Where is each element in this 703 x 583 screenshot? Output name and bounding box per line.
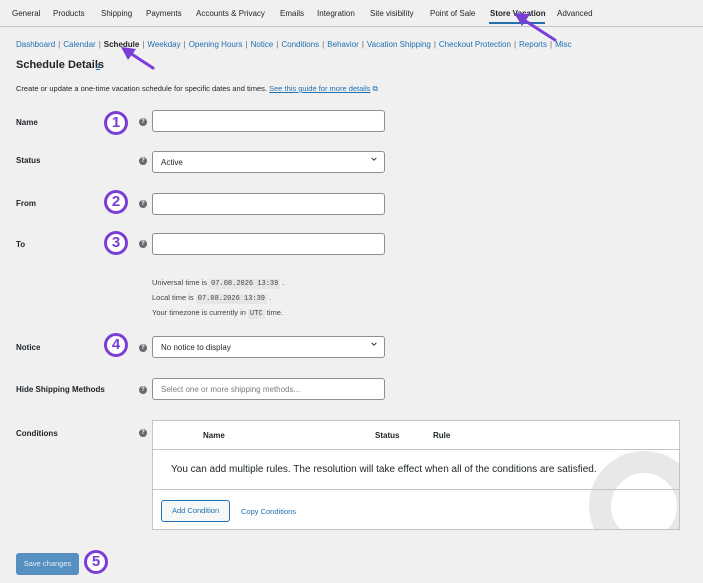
- help-icon[interactable]: ?: [139, 429, 147, 437]
- conditions-table: Name Status Rule You can add multiple ru…: [152, 420, 680, 530]
- chevron-down-icon: [371, 157, 377, 161]
- universal-time-info: Universal time is 07.08.2026 13:39 .: [152, 278, 285, 289]
- help-icon[interactable]: ?: [139, 240, 147, 248]
- annotation-badge-2: 2: [104, 190, 128, 214]
- universal-time-prefix: Universal time is: [152, 278, 208, 287]
- conditions-table-header: Name Status Rule: [153, 421, 679, 450]
- section-title-link[interactable]: ≥: [96, 63, 100, 70]
- subnav-schedule[interactable]: Schedule: [104, 40, 140, 49]
- subnav-checkout-protection[interactable]: Checkout Protection: [439, 40, 511, 49]
- notice-selected-value: No notice to display: [161, 343, 231, 352]
- subnav-conditions[interactable]: Conditions: [281, 40, 319, 49]
- copy-conditions-button[interactable]: Copy Conditions: [241, 507, 296, 516]
- hide-shipping-placeholder: Select one or more shipping methods...: [161, 385, 301, 394]
- help-icon[interactable]: ?: [139, 386, 147, 394]
- timezone-value: UTC: [248, 309, 265, 319]
- subnav-notice[interactable]: Notice: [251, 40, 274, 49]
- annotation-badge-1: 1: [104, 111, 128, 135]
- from-date-input[interactable]: [152, 193, 385, 215]
- chevron-down-icon: [371, 342, 377, 346]
- timezone-prefix: Your timezone is currently in: [152, 308, 246, 317]
- external-link-icon: ⧉: [372, 84, 378, 93]
- notice-select[interactable]: No notice to display: [152, 336, 385, 358]
- annotation-badge-5: 5: [84, 550, 108, 574]
- column-header-status: Status: [375, 431, 400, 440]
- to-date-input[interactable]: [152, 233, 385, 255]
- status-label: Status: [16, 156, 41, 165]
- name-input[interactable]: [152, 110, 385, 132]
- subnav-vacation-shipping[interactable]: Vacation Shipping: [367, 40, 431, 49]
- divider: [153, 489, 679, 490]
- status-selected-value: Active: [161, 158, 183, 167]
- notice-label: Notice: [16, 343, 41, 352]
- timezone-suffix: time.: [266, 308, 283, 317]
- universal-time-value: 07.08.2026 13:39: [209, 279, 281, 289]
- column-header-rule: Rule: [433, 431, 451, 440]
- gear-watermark-icon: [589, 451, 679, 529]
- hide-shipping-select[interactable]: Select one or more shipping methods...: [152, 378, 385, 400]
- to-label: To: [16, 240, 26, 249]
- local-time-prefix: Local time is: [152, 293, 194, 302]
- help-icon[interactable]: ?: [139, 118, 147, 126]
- local-time-value: 07.08.2026 13:39: [195, 294, 267, 304]
- conditions-empty-message: You can add multiple rules. The resoluti…: [171, 464, 597, 475]
- annotation-badge-4: 4: [104, 333, 128, 357]
- local-time-info: Local time is 07.08.2026 13:39 .: [152, 293, 272, 304]
- from-label: From: [16, 199, 36, 208]
- guide-link[interactable]: See this guide for more details: [269, 84, 370, 93]
- help-icon[interactable]: ?: [139, 157, 147, 165]
- annotation-badge-3: 3: [104, 231, 128, 255]
- subnav-opening-hours[interactable]: Opening Hours: [189, 40, 243, 49]
- save-changes-button[interactable]: Save changes: [16, 553, 79, 575]
- sub-navigation: Dashboard | Calendar | Schedule | Weekday | Open…: [16, 40, 572, 49]
- help-icon[interactable]: ?: [139, 200, 147, 208]
- status-select[interactable]: Active: [152, 151, 385, 173]
- subnav-reports[interactable]: Reports: [519, 40, 547, 49]
- subnav-misc[interactable]: Misc: [555, 40, 571, 49]
- column-header-name: Name: [203, 431, 225, 440]
- name-label: Name: [16, 118, 38, 127]
- hide-shipping-label: Hide Shipping Methods: [16, 385, 105, 394]
- timezone-info: Your timezone is currently in UTC time.: [152, 308, 283, 319]
- description-text: Create or update a one-time vacation sch…: [16, 84, 267, 93]
- subnav-calendar[interactable]: Calendar: [63, 40, 95, 49]
- help-icon[interactable]: ?: [139, 344, 147, 352]
- subnav-weekday[interactable]: Weekday: [147, 40, 180, 49]
- subnav-dashboard[interactable]: Dashboard: [16, 40, 55, 49]
- conditions-label: Conditions: [16, 429, 58, 438]
- section-title: Schedule Details: [16, 59, 105, 71]
- add-condition-button[interactable]: Add Condition: [161, 500, 231, 522]
- section-description: Create or update a one-time vacation sch…: [16, 84, 378, 94]
- subnav-behavior[interactable]: Behavior: [327, 40, 359, 49]
